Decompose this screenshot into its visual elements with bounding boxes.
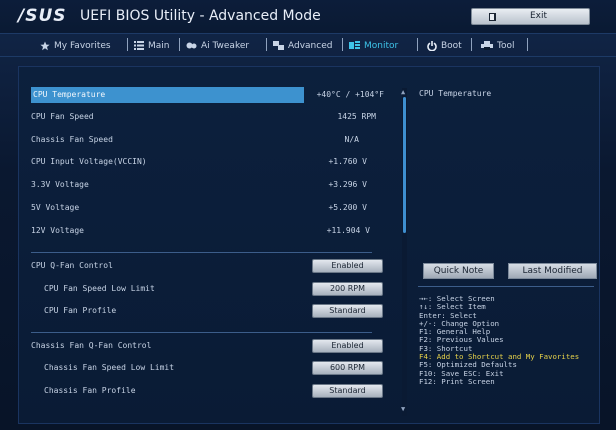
section-divider [31, 252, 372, 253]
tab-label: Monitor [364, 40, 399, 51]
tab-separator [266, 38, 267, 51]
scroll-up-arrow-icon[interactable]: ▲ [401, 88, 405, 96]
advanced-icon [273, 41, 284, 50]
tweaker-icon [186, 42, 197, 49]
last-modified-button[interactable]: Last Modified [508, 263, 597, 279]
title-bar: /SUS UEFI BIOS Utility - Advanced Mode E… [0, 0, 616, 34]
tab-monitor[interactable]: Monitor [349, 39, 398, 52]
tab-separator [417, 38, 418, 51]
monitor-icon [349, 41, 360, 49]
setting-label: CPU Q-Fan Control [31, 261, 113, 270]
tab-separator [179, 38, 180, 51]
setting-label: CPU Fan Speed Low Limit [44, 284, 155, 293]
star-icon [40, 41, 50, 50]
tab-label: My Favorites [54, 40, 111, 51]
key-help-item: F12: Print Screen [419, 376, 495, 386]
key-help-list: →←: Select Screen ↑↓: Select Item Enter:… [419, 294, 579, 386]
chassis-qfan-control-button[interactable]: Enabled [312, 339, 383, 353]
setting-label: CPU Temperature [33, 90, 106, 99]
tab-label: Tool [497, 40, 515, 51]
setting-label: Chassis Fan Speed Low Limit [44, 363, 175, 372]
scroll-down-arrow-icon[interactable]: ▼ [401, 405, 405, 413]
tab-label: Main [148, 40, 170, 51]
setting-label: CPU Fan Profile [44, 306, 117, 315]
help-divider [418, 286, 594, 287]
setting-label: 12V Voltage [31, 226, 84, 235]
setting-chassis-qfan-control[interactable]: Chassis Fan Q-Fan Control [31, 338, 151, 354]
cpu-fan-profile-button[interactable]: Standard [312, 304, 383, 318]
setting-value: +40°C / +104°F [316, 90, 384, 99]
setting-cpu-input-voltage[interactable]: CPU Input Voltage(VCCIN) [31, 154, 147, 170]
cpu-fan-low-limit-button[interactable]: 200 RPM [312, 282, 383, 296]
setting-label: Chassis Fan Speed [31, 135, 113, 144]
chassis-fan-low-limit-button[interactable]: 600 RPM [312, 361, 383, 375]
setting-value: +11.904 V [326, 226, 370, 235]
quick-note-button[interactable]: Quick Note [423, 263, 494, 279]
exit-button[interactable]: Exit [471, 8, 590, 25]
setting-cpu-fan-speed[interactable]: CPU Fan Speed [31, 109, 94, 125]
setting-label: 3.3V Voltage [31, 180, 89, 189]
setting-3v3-voltage[interactable]: 3.3V Voltage [31, 177, 89, 193]
setting-value: +5.200 V [328, 203, 367, 212]
tab-tool[interactable]: Tool [481, 39, 514, 52]
setting-chassis-fan-profile[interactable]: Chassis Fan Profile [44, 383, 136, 399]
setting-cpu-fan-speed-low-limit[interactable]: CPU Fan Speed Low Limit [44, 281, 155, 297]
tab-label: Ai Tweaker [201, 40, 250, 51]
tab-ai-tweaker[interactable]: Ai Tweaker [186, 39, 249, 52]
setting-label: CPU Fan Speed [31, 112, 94, 121]
power-icon [427, 40, 437, 51]
app-title: UEFI BIOS Utility - Advanced Mode [80, 8, 321, 24]
setting-label: CPU Input Voltage(VCCIN) [31, 157, 147, 166]
exit-label: Exit [530, 11, 548, 21]
list-icon [134, 41, 144, 50]
setting-5v-voltage[interactable]: 5V Voltage [31, 200, 79, 216]
tab-advanced[interactable]: Advanced [273, 39, 332, 52]
tab-separator [127, 38, 128, 51]
tab-main[interactable]: Main [134, 39, 170, 52]
tab-separator [471, 38, 472, 51]
setting-value: N/A [344, 135, 359, 144]
setting-cpu-temperature[interactable]: CPU Temperature [31, 87, 304, 103]
chassis-fan-profile-button[interactable]: Standard [312, 384, 383, 398]
scrollbar-thumb[interactable] [403, 97, 406, 233]
section-divider [31, 332, 372, 333]
tab-my-favorites[interactable]: My Favorites [40, 39, 111, 52]
tab-bar: My Favorites Main Ai Tweaker Advanced Mo… [0, 34, 616, 56]
setting-chassis-fan-speed-low-limit[interactable]: Chassis Fan Speed Low Limit [44, 360, 174, 376]
tab-label: Boot [441, 40, 462, 51]
asus-logo: /SUS [18, 6, 67, 26]
setting-label: 5V Voltage [31, 203, 80, 212]
help-title: CPU Temperature [419, 89, 492, 98]
tab-separator [342, 38, 343, 51]
exit-door-icon [489, 12, 496, 21]
setting-label: Chassis Fan Profile [44, 386, 136, 395]
setting-value: +1.760 V [328, 157, 367, 166]
tab-divider [0, 56, 616, 57]
tab-label: Advanced [288, 40, 333, 51]
bios-window: /SUS UEFI BIOS Utility - Advanced Mode E… [0, 0, 616, 430]
printer-icon [481, 41, 493, 50]
tab-separator [527, 38, 528, 51]
setting-value: +3.296 V [328, 180, 367, 189]
setting-cpu-qfan-control[interactable]: CPU Q-Fan Control [31, 258, 113, 274]
setting-chassis-fan-speed[interactable]: Chassis Fan Speed [31, 132, 113, 148]
cpu-qfan-control-button[interactable]: Enabled [312, 259, 383, 273]
setting-cpu-fan-profile[interactable]: CPU Fan Profile [44, 303, 116, 319]
tab-boot[interactable]: Boot [427, 39, 462, 52]
setting-label: Chassis Fan Q-Fan Control [31, 341, 152, 350]
setting-12v-voltage[interactable]: 12V Voltage [31, 223, 84, 239]
setting-value: 1425 RPM [337, 112, 376, 121]
